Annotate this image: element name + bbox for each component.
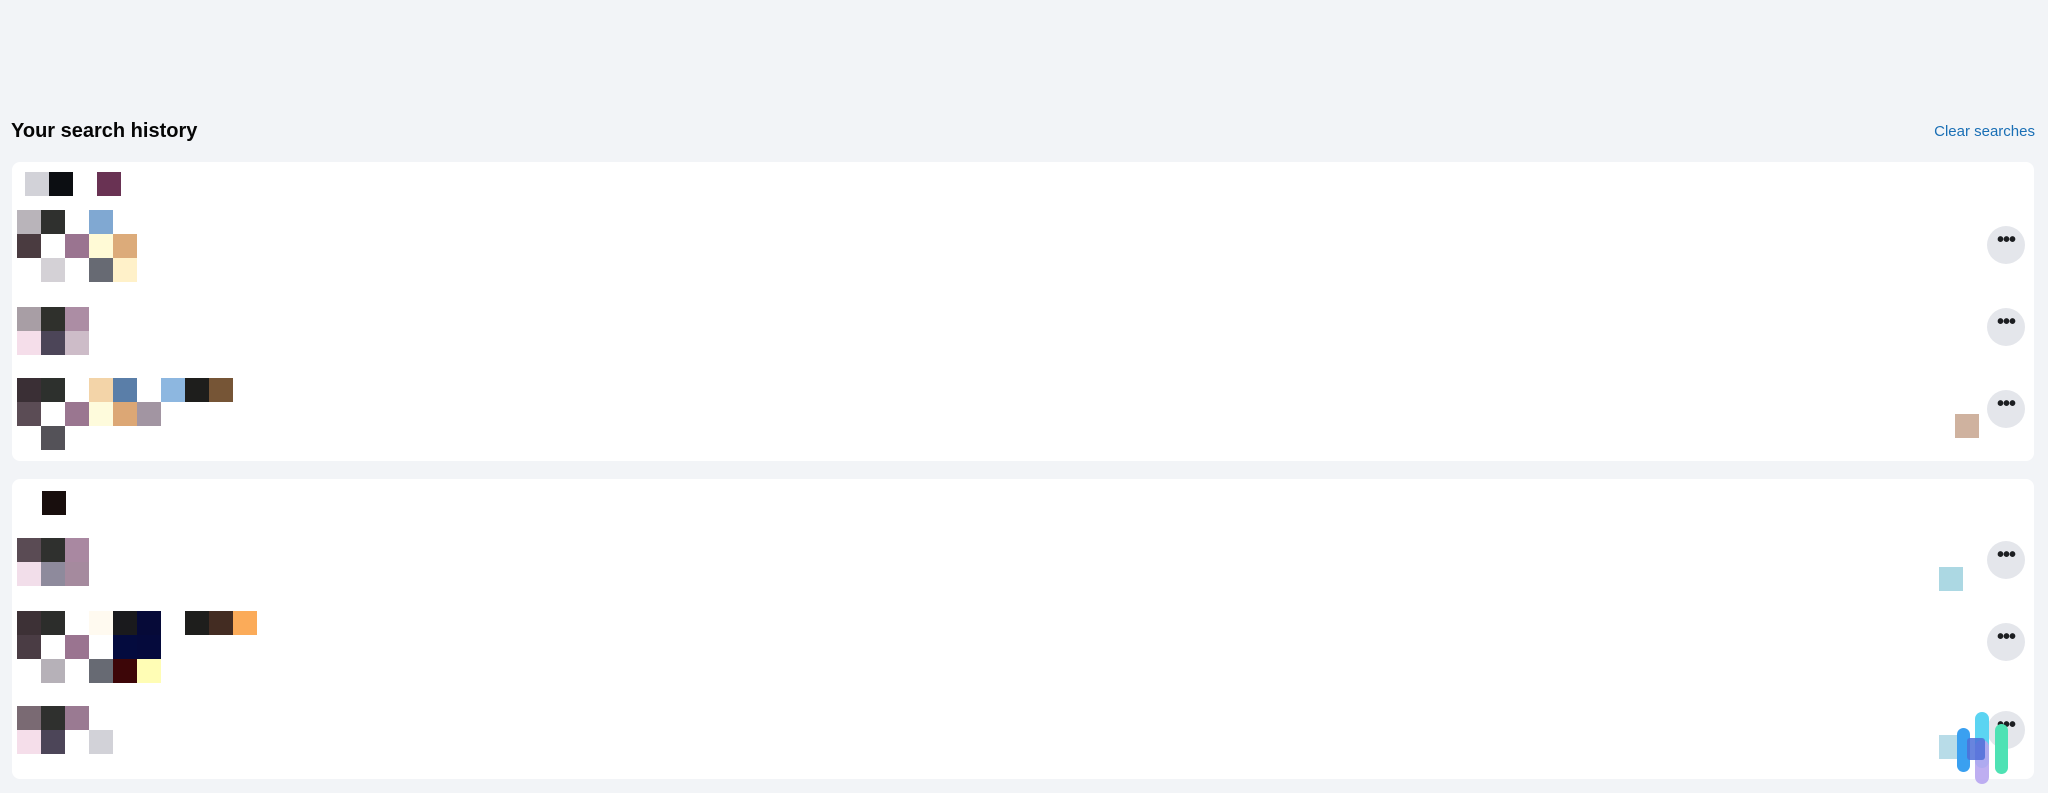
pixelated-image (17, 562, 41, 586)
pixelated-image (17, 730, 41, 754)
pixelated-image (41, 730, 65, 754)
pixelated-image (41, 307, 65, 331)
more-options-button[interactable]: ••• (1987, 541, 2025, 579)
pixelated-image (41, 258, 65, 282)
pixelated-image (17, 538, 41, 562)
more-options-button[interactable]: ••• (1987, 390, 2025, 428)
pixelated-image (97, 172, 121, 196)
pixelated-image (137, 635, 161, 659)
pixelated-image (89, 611, 113, 635)
pixelated-image (41, 538, 65, 562)
more-options-button[interactable]: ••• (1987, 226, 2025, 264)
pixelated-image (25, 172, 49, 196)
more-horizontal-icon: ••• (1996, 229, 2016, 251)
pixelated-image (65, 402, 89, 426)
pixelated-image (42, 491, 66, 515)
pixelated-image (233, 611, 257, 635)
pixelated-image (89, 730, 113, 754)
pixelated-image (17, 307, 41, 331)
more-options-button[interactable]: ••• (1987, 308, 2025, 346)
pixelated-image (1939, 567, 1963, 591)
pixelated-image (17, 378, 41, 402)
app-logo-icon (1957, 712, 2008, 784)
pixelated-image (65, 331, 89, 355)
pixelated-image (65, 234, 89, 258)
search-history-card: ••• ••• ••• (12, 162, 2034, 461)
pixelated-image (113, 635, 137, 659)
pixelated-image (41, 659, 65, 683)
more-options-button[interactable]: ••• (1987, 623, 2025, 661)
pixelated-image (41, 706, 65, 730)
pixelated-image (41, 426, 65, 450)
pixelated-image (65, 307, 89, 331)
pixelated-image (17, 331, 41, 355)
pixelated-image (89, 378, 113, 402)
more-horizontal-icon: ••• (1996, 544, 2016, 566)
pixelated-image (41, 331, 65, 355)
pixelated-image (113, 402, 137, 426)
clear-searches-link[interactable]: Clear searches (1934, 123, 2035, 140)
pixelated-image (41, 562, 65, 586)
pixelated-image (113, 234, 137, 258)
pixelated-image (17, 706, 41, 730)
pixelated-image (49, 172, 73, 196)
pixelated-image (185, 378, 209, 402)
page-title: Your search history (11, 119, 198, 142)
pixelated-image (65, 538, 89, 562)
pixelated-image (209, 378, 233, 402)
pixelated-image (17, 635, 41, 659)
pixelated-image (41, 611, 65, 635)
pixelated-image (65, 562, 89, 586)
pixelated-image (89, 234, 113, 258)
pixelated-image (1955, 414, 1979, 438)
pixelated-image (89, 659, 113, 683)
pixelated-image (137, 611, 161, 635)
pixelated-image (113, 611, 137, 635)
pixelated-image (41, 210, 65, 234)
pixelated-image (17, 210, 41, 234)
pixelated-image (17, 611, 41, 635)
pixelated-image (209, 611, 233, 635)
pixelated-image (137, 659, 161, 683)
pixelated-image (137, 402, 161, 426)
pixelated-image (161, 378, 185, 402)
more-horizontal-icon: ••• (1996, 393, 2016, 415)
pixelated-image (41, 378, 65, 402)
pixelated-image (65, 635, 89, 659)
pixelated-image (65, 706, 89, 730)
pixelated-image (89, 402, 113, 426)
pixelated-image (89, 210, 113, 234)
more-horizontal-icon: ••• (1996, 311, 2016, 333)
pixelated-image (17, 402, 41, 426)
pixelated-image (17, 234, 41, 258)
search-history-header: Your search history Clear searches (11, 116, 2035, 146)
pixelated-image (89, 258, 113, 282)
pixelated-image (113, 659, 137, 683)
more-horizontal-icon: ••• (1996, 626, 2016, 648)
pixelated-image (185, 611, 209, 635)
search-history-card: ••• ••• ••• (12, 479, 2034, 779)
pixelated-image (113, 378, 137, 402)
pixelated-image (113, 258, 137, 282)
